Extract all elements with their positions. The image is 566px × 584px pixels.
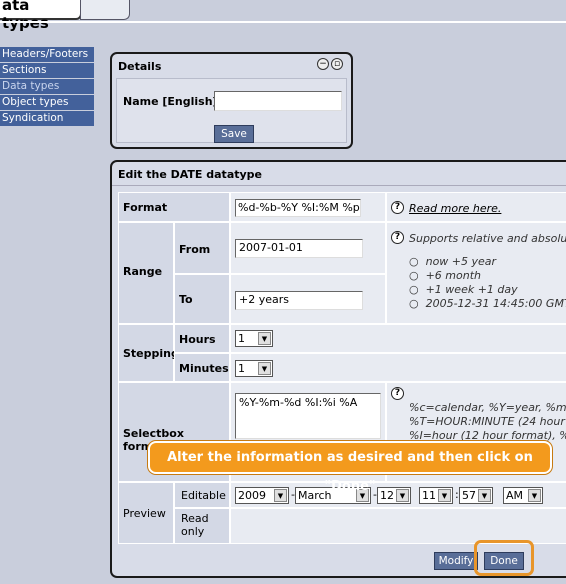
sidebar-item-object-types[interactable]: Object types xyxy=(0,95,94,110)
list-item: ○ 2005-12-31 14:45:00 GMT xyxy=(409,297,566,310)
range-help-cell: ? Supports relative and absolute d ○ now… xyxy=(386,222,566,324)
format-label-cell: Format xyxy=(118,192,230,222)
readonly-label-cell: Read only xyxy=(174,508,230,544)
range-label-cell: Range xyxy=(118,222,174,324)
list-item: ○ +6 month xyxy=(409,269,482,282)
modify-button[interactable]: Modify xyxy=(434,552,478,570)
hours-select[interactable]: 1 ▼ xyxy=(235,330,273,347)
list-item: ○ now +5 year xyxy=(409,255,497,268)
details-panel: Details − ▫ Name [English] Save xyxy=(110,52,353,149)
format-input[interactable]: %d-%b-%Y %I:%M %p xyxy=(235,199,361,217)
range-label: Range xyxy=(123,265,163,278)
from-label: From xyxy=(179,243,211,256)
name-input[interactable] xyxy=(214,91,342,111)
minutes-label: Minutes xyxy=(179,362,229,375)
ampm-select[interactable]: AM ▼ xyxy=(503,487,543,504)
from-value-cell: 2007-01-01 xyxy=(230,222,386,274)
sidebar-item-sections[interactable]: Sections xyxy=(0,63,94,78)
selectbox-help-text: %c=calendar, %Y=year, %m=mo %T=HOUR:MINU… xyxy=(409,401,566,442)
minutes-label-cell: Minutes xyxy=(174,353,230,382)
readonly-cell xyxy=(230,508,566,544)
stepping-label-cell: Stepping xyxy=(118,324,179,382)
sidebar-item-syndication[interactable]: Syndication xyxy=(0,111,94,126)
help-icon[interactable]: ? xyxy=(391,201,404,214)
sidebar-item-data-types[interactable]: Data types xyxy=(0,79,94,94)
editable-label: Editable xyxy=(181,489,226,502)
edit-title: Edit the DATE datatype xyxy=(112,162,566,186)
hours-label: Hours xyxy=(179,333,216,346)
to-input[interactable]: +2 years xyxy=(235,291,363,310)
stepping-label: Stepping xyxy=(123,347,179,360)
minutes-select[interactable]: 1 ▼ xyxy=(235,360,273,377)
details-body: Name [English] Save xyxy=(116,78,347,143)
to-label: To xyxy=(179,293,193,306)
to-value-cell: +2 years xyxy=(230,274,386,324)
name-label: Name [English] xyxy=(123,95,218,108)
range-help-text: Supports relative and absolute d xyxy=(409,232,566,245)
top-bar: ata types xyxy=(0,0,566,32)
format-help-cell: ? Read more here. xyxy=(386,192,566,222)
hours-cell: 1 ▼ xyxy=(230,324,566,353)
hour-select[interactable]: 11 ▼ xyxy=(419,487,453,504)
minute-select[interactable]: 57 ▼ xyxy=(459,487,493,504)
collapse-icon[interactable]: − xyxy=(317,58,329,70)
sidebar-item-headers-footers[interactable]: Headers/Footers xyxy=(0,47,94,62)
divider xyxy=(0,21,566,23)
selectbox-input[interactable]: %Y-%m-%d %I:%i %A xyxy=(235,393,381,439)
tutorial-callout: Alter the information as desired and the… xyxy=(148,441,552,494)
day-select[interactable]: 12 ▼ xyxy=(377,487,411,504)
tab-secondary[interactable] xyxy=(80,0,130,20)
preview-label-cell: Preview xyxy=(118,482,174,544)
preview-label: Preview xyxy=(123,507,166,520)
highlight-ring xyxy=(474,540,534,576)
read-more-link[interactable]: Read more here. xyxy=(409,202,501,215)
editable-cell: 2009▼ - March▼ - 12▼ 11▼ : 57▼ AM▼ xyxy=(230,482,566,508)
help-icon[interactable]: ? xyxy=(391,387,404,400)
save-button[interactable]: Save xyxy=(214,125,254,143)
tab-data-types[interactable]: ata types xyxy=(0,0,82,32)
readonly-label: Read only xyxy=(181,512,209,538)
hours-label-cell: Hours xyxy=(174,324,230,353)
window-icon[interactable]: ▫ xyxy=(331,58,343,70)
list-item: ○ +1 week +1 day xyxy=(409,283,518,296)
year-select[interactable]: 2009 ▼ xyxy=(235,487,289,504)
edit-datatype-panel: Edit the DATE datatype Format %d-%b-%Y %… xyxy=(110,160,566,578)
help-icon[interactable]: ? xyxy=(391,231,404,244)
range-examples: ○ now +5 year ○ +6 month ○ +1 week +1 da… xyxy=(409,255,566,311)
tab-title: ata types xyxy=(2,0,49,32)
from-label-cell: From xyxy=(174,222,230,274)
to-label-cell: To xyxy=(174,274,230,324)
from-input[interactable]: 2007-01-01 xyxy=(235,239,363,258)
format-value-cell: %d-%b-%Y %I:%M %p xyxy=(230,192,386,222)
minutes-cell: 1 ▼ xyxy=(230,353,566,382)
sidebar-menu: Headers/Footers Sections Data types Obje… xyxy=(0,47,94,127)
editable-label-cell: Editable xyxy=(174,482,230,508)
format-label: Format xyxy=(123,201,168,214)
details-title: Details xyxy=(118,60,162,73)
